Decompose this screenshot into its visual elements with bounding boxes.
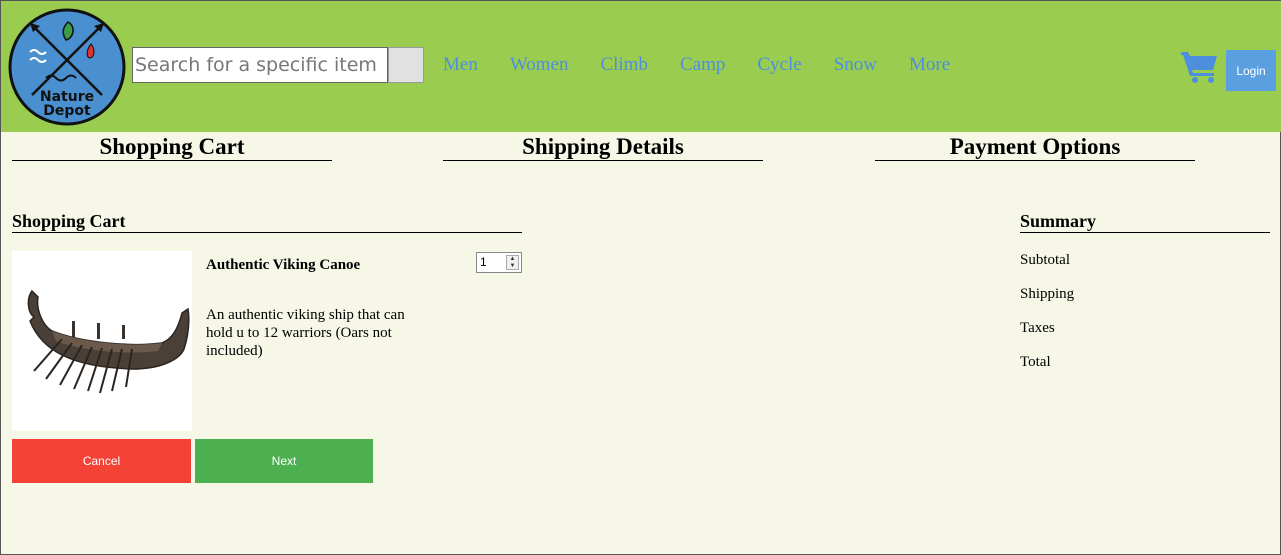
summary-title: Summary bbox=[1020, 211, 1270, 233]
quantity-value: 1 bbox=[480, 255, 487, 269]
step-shipping-details[interactable]: Shipping Details bbox=[443, 133, 763, 161]
nav-link-more[interactable]: More bbox=[909, 54, 950, 76]
product-name: Authentic Viking Canoe bbox=[206, 257, 361, 273]
summary-subtotal-label: Subtotal bbox=[1020, 252, 1071, 268]
summary-shipping-label: Shipping bbox=[1020, 286, 1075, 302]
summary-taxes-label: Taxes bbox=[1020, 320, 1055, 336]
summary-total-label: Total bbox=[1020, 354, 1051, 370]
quantity-up-icon[interactable]: ▲ bbox=[507, 256, 518, 263]
nav-link-cycle[interactable]: Cycle bbox=[757, 54, 801, 76]
main-nav: Men Women Climb Camp Cycle Snow More bbox=[443, 54, 982, 76]
quantity-spinner[interactable]: ▲ ▼ bbox=[506, 255, 519, 270]
nav-link-men[interactable]: Men bbox=[443, 54, 478, 76]
cancel-button[interactable]: Cancel bbox=[12, 439, 191, 483]
shopping-cart-icon[interactable] bbox=[1180, 49, 1220, 85]
quantity-down-icon[interactable]: ▼ bbox=[507, 263, 518, 270]
cart-section-title: Shopping Cart bbox=[12, 211, 522, 233]
nav-link-camp[interactable]: Camp bbox=[680, 54, 725, 76]
nature-depot-logo[interactable]: Nature Depot bbox=[8, 8, 126, 126]
step-shopping-cart[interactable]: Shopping Cart bbox=[12, 133, 332, 161]
search-button[interactable] bbox=[388, 47, 424, 83]
next-button[interactable]: Next bbox=[195, 439, 373, 483]
site-header: Nature Depot Men Women Climb Camp Cycle … bbox=[1, 1, 1281, 132]
login-button[interactable]: Login bbox=[1226, 50, 1276, 91]
viking-ship-image bbox=[27, 289, 190, 394]
product-description: An authentic viking ship that can hold u… bbox=[206, 307, 405, 359]
nav-link-snow[interactable]: Snow bbox=[834, 54, 877, 76]
nav-link-climb[interactable]: Climb bbox=[600, 54, 648, 76]
search-input[interactable] bbox=[132, 47, 388, 83]
quantity-stepper[interactable]: 1 ▲ ▼ bbox=[476, 252, 522, 273]
nav-link-women[interactable]: Women bbox=[510, 54, 569, 76]
logo-text-line2: Depot bbox=[43, 103, 91, 119]
step-payment-options[interactable]: Payment Options bbox=[875, 133, 1195, 161]
product-image bbox=[12, 251, 192, 431]
